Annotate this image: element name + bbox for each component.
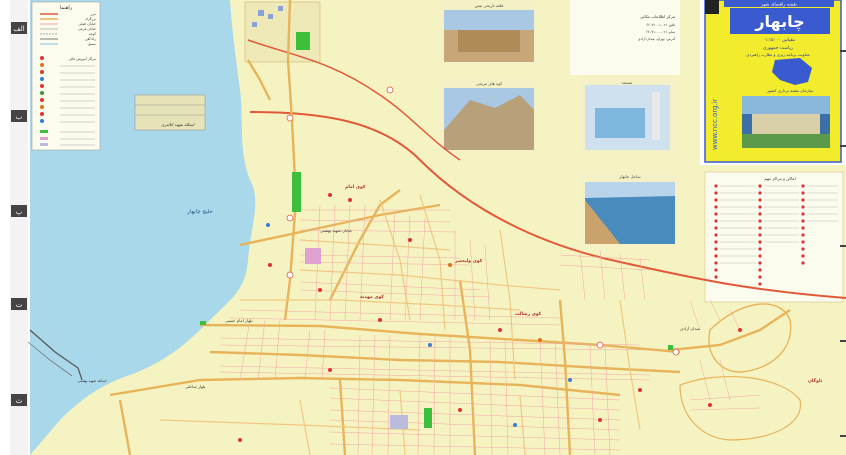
info-line-2: نمابر ۰۲۱-۶۶۰۷۱۰۰۰ [646,30,675,34]
legend-entry-6: راه آهن [85,37,96,41]
ministry-line-2: معاونت برنامه ریزی و نظارت راهبردی [746,52,810,57]
info-line-1: تلفن ۰۲۱-۶۶۰۷۱۰۰۱ [646,23,675,27]
photo-caption-1: قلعه تاریخی تیس [475,3,504,8]
photo-caption-4: ساحل چابهار [618,174,641,179]
street-label-2: خیابان شهید بهشتی [320,228,353,233]
district-label-3: کوی رسالت [515,311,542,317]
org-line: سازمان نقشه برداری کشور [766,88,814,93]
city-map: الف ب پ ت ث اسکله شهید کلانتری راهنما مر… [0,0,846,455]
legend-entry-2: بزرگراه [85,16,96,21]
grid-label-2: ب [16,113,23,121]
top-park [296,32,310,50]
street-label-1: بلوار امام خمینی [225,318,253,323]
photo-caption-2: کوه های مریخی [476,81,503,86]
map-canvas: الف ب پ ت ث اسکله شهید کلانتری راهنما مر… [0,0,846,455]
info-title: مرکز اطلاعات مکانی [640,14,675,19]
sea-label: خلیج چابهار [186,209,213,215]
street-label-3: بلوار ساحلی [185,384,206,389]
info-line-3: آدرس: تهران، میدان آزادی [638,37,676,41]
legend-entry-7: مسیل [88,42,97,46]
grid-label-4: ت [16,301,23,309]
legend-entry-1: مرز [90,12,97,16]
legend-entry-3: خیابان اصلی [79,22,96,26]
street-label-4: میدان آزادی [680,326,700,331]
legend-entry-4: خیابان فرعی [78,27,96,31]
district-label-5: ناوگان [808,377,823,384]
district-label-4: کوی مهدیه [360,294,384,300]
grid-column [10,0,28,455]
title-top: نقشه راهنمای شهر [760,3,797,8]
photo-caption-3: مسجد [622,80,632,85]
map-scale: مقیاس ۱:۱۵۰۰۰ [765,38,796,43]
ministry-line-1: ریاست جمهوری [763,46,793,51]
panel-corner-mark [705,0,719,14]
grid-label-5: ث [16,397,23,405]
legend-pois-title: مراکز آموزش عالی [69,57,97,61]
places-panel [704,171,844,303]
district-label-1: کوی امام [345,184,366,190]
legend-entry-5: کوچه [89,32,97,36]
port-label-2: اسکله شهید بهشتی [78,379,107,383]
grid-label-1: الف [13,25,24,33]
grid-label-3: پ [16,208,23,216]
website: www.ncc.org.ir [711,98,719,150]
places-title: اماکن و مراکز مهم [764,176,795,181]
legend-title: راهنما [60,5,73,11]
port-label: اسکله شهید کلانتری [161,122,194,127]
map-title: چابهار [754,12,804,32]
district-label-2: کوی ولیعصر [454,258,483,264]
